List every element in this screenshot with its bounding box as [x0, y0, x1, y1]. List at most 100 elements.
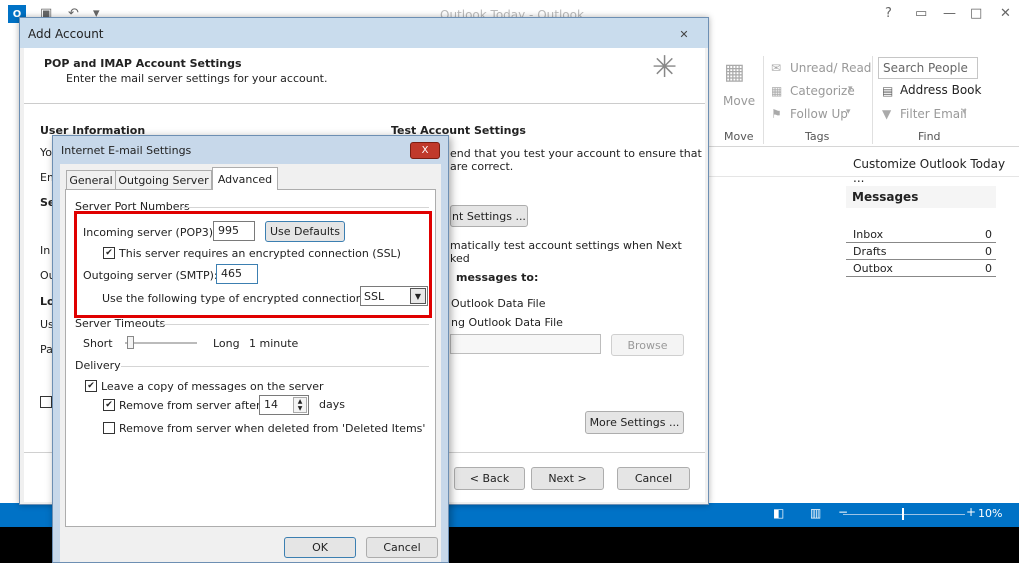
- remember-password-checkbox[interactable]: [40, 396, 52, 408]
- leave-copy-checkbox[interactable]: ✔: [85, 380, 97, 392]
- dialog-title: Internet E-mail Settings: [61, 144, 192, 157]
- spin-up-icon[interactable]: ▲: [298, 398, 303, 405]
- ribbon-display-icon[interactable]: ▭: [915, 6, 927, 21]
- chevron-down-icon: ▾: [846, 107, 851, 117]
- new-data-file-option[interactable]: Outlook Data File: [451, 297, 546, 310]
- cancel-button[interactable]: Cancel: [366, 537, 438, 558]
- remove-after-checkbox[interactable]: ✔: [103, 399, 115, 411]
- zoom-in-icon[interactable]: +: [966, 505, 976, 519]
- timeout-slider[interactable]: [125, 342, 197, 344]
- folder-count: 0: [985, 262, 992, 275]
- dialog-title: Add Account: [28, 27, 104, 41]
- advanced-tab-pane: Server Port Numbers Incoming server (POP…: [65, 189, 436, 527]
- delivery-heading: Delivery: [75, 359, 121, 372]
- chevron-down-icon: ▾: [962, 107, 967, 117]
- use-defaults-button[interactable]: Use Defaults: [265, 221, 345, 242]
- messages-panel: Messages Inbox 0 Drafts 0 Outbox 0: [846, 186, 996, 277]
- zoom-level[interactable]: 10%: [978, 507, 1002, 520]
- messages-title: Messages: [846, 186, 996, 208]
- close-window-icon[interactable]: ✕: [1000, 6, 1011, 21]
- folder-name: Outbox: [853, 262, 893, 275]
- ribbon-separator: [763, 56, 764, 144]
- find-group-label: Find: [918, 130, 941, 143]
- remove-after-label: Remove from server after: [119, 399, 261, 412]
- customize-outlook-today-link[interactable]: Customize Outlook Today ...: [853, 157, 1019, 185]
- form-label: Yo: [40, 146, 52, 159]
- timeout-value: 1 minute: [249, 337, 299, 350]
- outgoing-server-label: Outgoing server (SMTP):: [83, 269, 218, 282]
- filter-email-button[interactable]: Filter Email: [900, 107, 967, 121]
- tab-advanced[interactable]: Advanced: [212, 167, 278, 190]
- encryption-type-label: Use the following type of encrypted conn…: [102, 292, 367, 305]
- server-timeouts-heading: Server Timeouts: [75, 317, 166, 330]
- ok-button[interactable]: OK: [284, 537, 356, 558]
- dialog-subheading: Enter the mail server settings for your …: [66, 72, 328, 85]
- encryption-type-select[interactable]: SSL ▼: [360, 286, 428, 306]
- flag-icon: ⚑: [771, 107, 782, 121]
- dialog-heading: POP and IMAP Account Settings: [44, 57, 242, 70]
- dialog-content: General Outgoing Server Advanced Server …: [60, 164, 441, 562]
- test-description: end that you test your account to ensure…: [450, 147, 702, 160]
- test-description: are correct.: [450, 160, 514, 173]
- message-folder-row[interactable]: Inbox 0: [846, 226, 996, 243]
- timeout-long-label: Long: [213, 337, 240, 350]
- divider: [181, 207, 429, 208]
- move-icon: ▦: [724, 60, 745, 85]
- more-settings-button[interactable]: More Settings ...: [585, 411, 684, 434]
- follow-up-button[interactable]: Follow Up: [790, 107, 848, 121]
- chevron-down-icon[interactable]: ▼: [410, 288, 426, 304]
- deliver-to-label: messages to:: [456, 271, 539, 284]
- tab-outgoing-server[interactable]: Outgoing Server: [115, 170, 212, 189]
- form-label: In: [40, 244, 51, 257]
- help-icon[interactable]: ?: [885, 6, 892, 21]
- leave-copy-label: Leave a copy of messages on the server: [101, 380, 324, 393]
- maximize-icon[interactable]: □: [970, 6, 982, 21]
- cancel-button[interactable]: Cancel: [617, 467, 690, 490]
- auto-test-label: matically test account settings when Nex…: [450, 239, 682, 252]
- form-label: Pa: [40, 343, 53, 356]
- folder-name: Drafts: [853, 245, 887, 258]
- incoming-server-label: Incoming server (POP3):: [83, 226, 217, 239]
- back-button[interactable]: < Back: [454, 467, 525, 490]
- divider: [158, 324, 429, 325]
- ribbon-separator: [872, 56, 873, 144]
- timeout-short-label: Short: [83, 337, 113, 350]
- normal-view-icon[interactable]: ◧: [773, 506, 791, 522]
- existing-data-file-option[interactable]: ng Outlook Data File: [451, 316, 563, 329]
- dialog-header: POP and IMAP Account Settings Enter the …: [24, 48, 705, 104]
- auto-test-label: ked: [450, 252, 470, 265]
- move-group-label: Move: [724, 130, 754, 143]
- search-people-input[interactable]: Search People: [878, 57, 978, 79]
- internet-email-settings-dialog: Internet E-mail Settings X General Outgo…: [52, 135, 449, 563]
- close-icon[interactable]: ✕: [673, 27, 695, 41]
- unread-read-button[interactable]: Unread/ Read: [790, 61, 871, 75]
- address-book-button[interactable]: Address Book: [900, 83, 981, 97]
- ssl-checkbox[interactable]: ✔: [103, 247, 115, 259]
- encryption-type-value: SSL: [364, 290, 385, 303]
- close-icon[interactable]: X: [410, 142, 440, 159]
- zoom-out-icon[interactable]: −: [838, 505, 848, 519]
- days-spinner[interactable]: ▲ ▼: [293, 397, 307, 413]
- cursor-sparkle-icon: ✳: [652, 50, 678, 85]
- folder-name: Inbox: [853, 228, 884, 241]
- next-button[interactable]: Next >: [531, 467, 604, 490]
- reading-view-icon[interactable]: ▥: [810, 506, 828, 522]
- move-button[interactable]: Move: [723, 94, 755, 108]
- zoom-slider-thumb[interactable]: [902, 508, 904, 520]
- message-folder-row[interactable]: Outbox 0: [846, 260, 996, 277]
- zoom-slider[interactable]: [843, 514, 965, 515]
- data-file-path-input[interactable]: [450, 334, 601, 354]
- message-folder-row[interactable]: Drafts 0: [846, 243, 996, 260]
- tab-general[interactable]: General: [66, 170, 116, 189]
- envelope-icon: ✉: [771, 61, 782, 75]
- test-account-settings-button[interactable]: nt Settings ...: [450, 205, 528, 227]
- outgoing-port-input[interactable]: 465: [216, 264, 258, 284]
- incoming-port-input[interactable]: 995: [213, 221, 255, 241]
- spin-down-icon[interactable]: ▼: [298, 405, 303, 412]
- browse-button[interactable]: Browse: [611, 334, 684, 356]
- dialog-titlebar: [20, 18, 708, 48]
- remove-deleted-checkbox[interactable]: [103, 422, 115, 434]
- timeout-slider-thumb[interactable]: [127, 336, 134, 349]
- categorize-button[interactable]: Categorize: [790, 84, 855, 98]
- minimize-icon[interactable]: —: [943, 6, 956, 21]
